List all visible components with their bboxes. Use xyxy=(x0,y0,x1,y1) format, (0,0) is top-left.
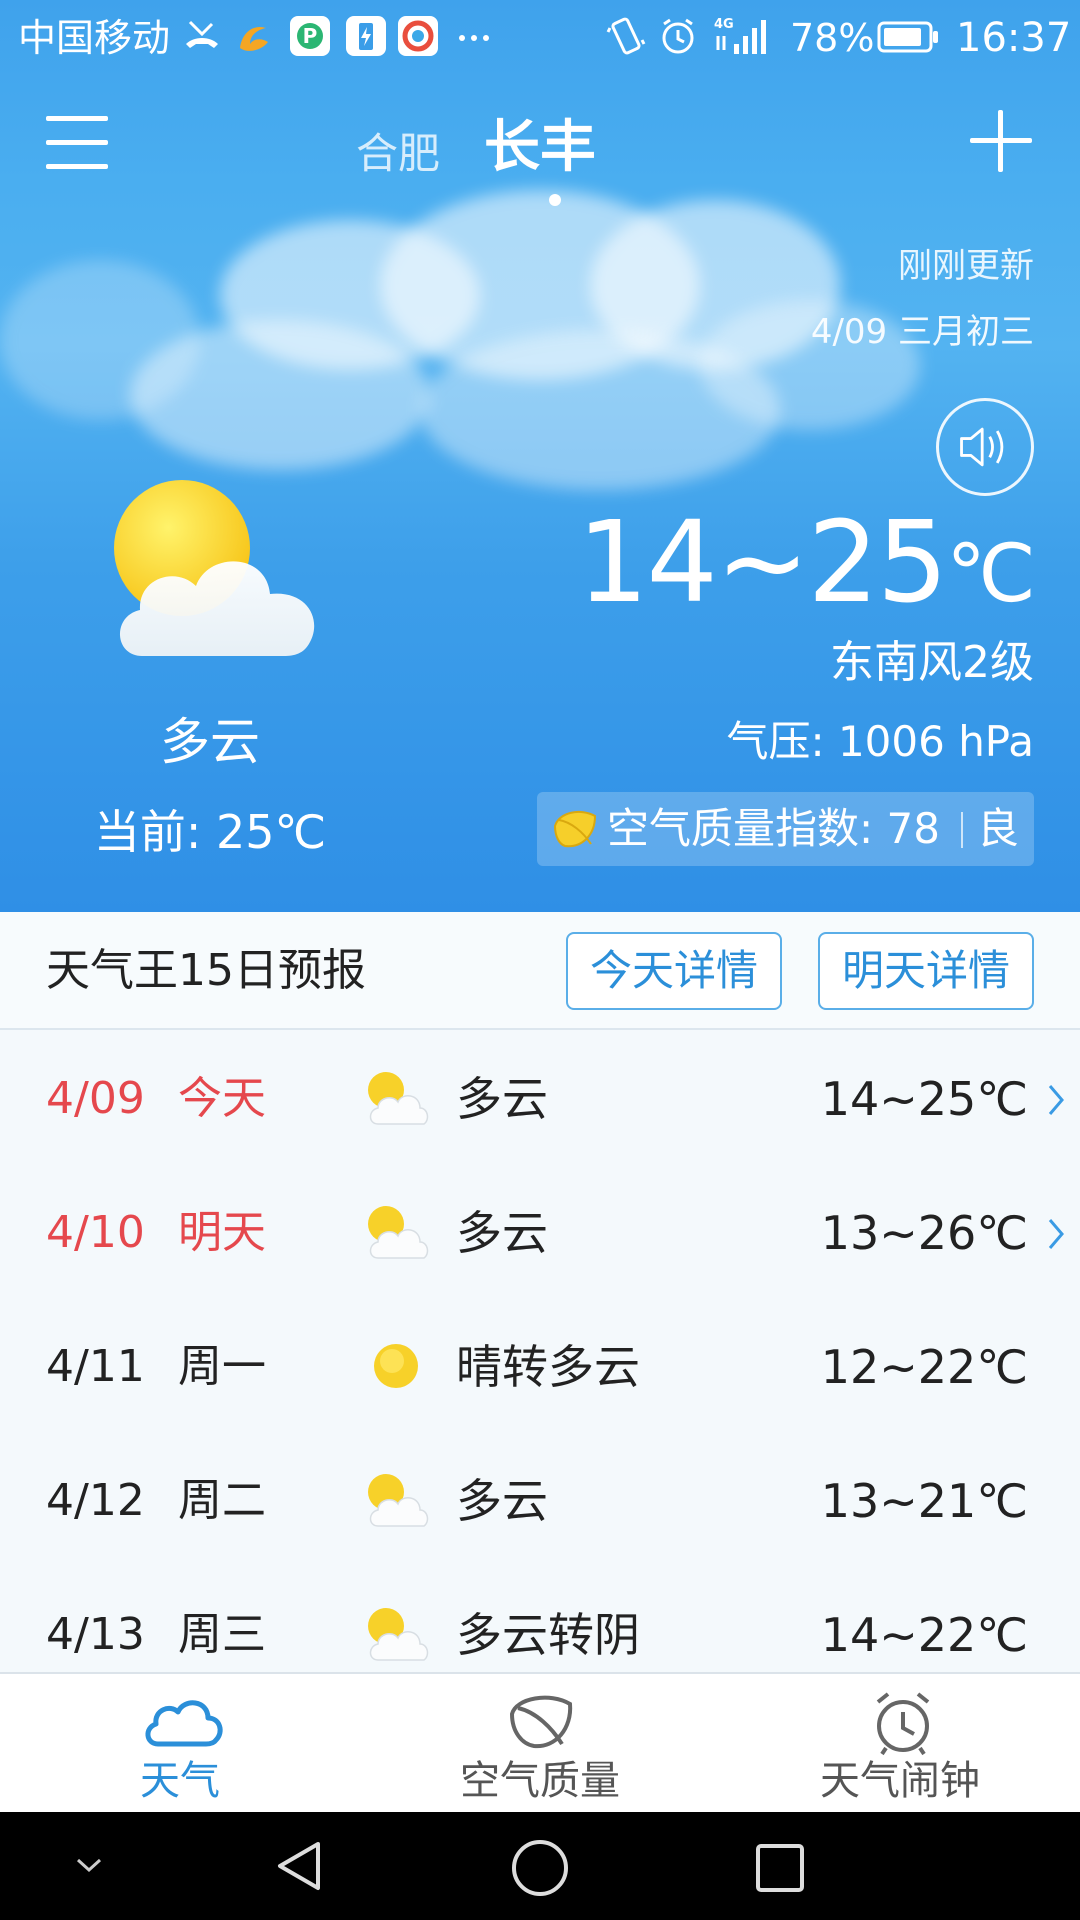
alarm-clock-icon xyxy=(876,1692,930,1756)
add-city-button[interactable] xyxy=(970,110,1032,172)
svg-text:4G: 4G xyxy=(714,17,734,32)
forecast-section: 天气王15日预报 今天详情 明天详情 4/09 今天 多云 14~25℃ 4/10 明天多… xyxy=(0,912,1080,1672)
aqi-level: 良 xyxy=(977,804,1020,853)
battery-saver-icon xyxy=(346,16,386,56)
tab-weather[interactable]: 天气 xyxy=(0,1674,360,1814)
page-indicator-dot xyxy=(549,194,561,206)
app-icon xyxy=(398,16,438,56)
carrier-name: 中国移动 xyxy=(18,16,171,60)
divider xyxy=(961,812,963,848)
forecast-condition: 多云 xyxy=(456,1206,548,1260)
forecast-day-name: 周一 xyxy=(178,1341,266,1392)
tab-weather-alarm-label: 天气闹钟 xyxy=(820,1758,980,1804)
forecast-date: 4/13 xyxy=(46,1609,145,1660)
vibrate-icon xyxy=(606,17,646,55)
tab-air-quality[interactable]: 空气质量 xyxy=(360,1674,720,1814)
today-temperature-range: 14~25℃ xyxy=(577,498,1036,639)
update-status: 刚刚更新 xyxy=(898,246,1034,286)
forecast-temperature: 13~26℃ xyxy=(820,1206,1028,1260)
leaf-outline-icon xyxy=(509,1695,573,1749)
forecast-date: 4/09 xyxy=(46,1073,145,1124)
alarm-icon xyxy=(662,18,694,54)
forecast-temperature: 13~21℃ xyxy=(820,1474,1028,1528)
bottom-nav: 天气 空气质量 天气闹钟 xyxy=(0,1672,1080,1812)
forecast-date: 4/10 xyxy=(46,1207,145,1258)
collapse-icon[interactable] xyxy=(74,1850,104,1880)
forecast-date: 4/11 xyxy=(46,1341,145,1392)
forecast-day-row[interactable]: 4/09 今天 多云 14~25℃ xyxy=(0,1032,1080,1166)
forecast-day-name: 今天 xyxy=(178,1073,266,1124)
p-app-icon: P xyxy=(290,16,330,56)
partly-cloudy-icon xyxy=(368,1474,429,1527)
chevron-right-icon[interactable] xyxy=(1044,1214,1068,1254)
temp-range-value: 14~25 xyxy=(577,498,948,628)
weather-hero: 中国移动 P 4G 78% 16:37 合肥 长丰 刚刚更新 4/09 三月初三… xyxy=(0,0,1080,912)
leaf-icon xyxy=(553,810,597,848)
forecast-day-row: 4/13 周三 多云转阴 14~22℃ xyxy=(0,1568,1080,1672)
wind-info: 东南风2级 xyxy=(830,637,1034,688)
aqi-badge[interactable]: 空气质量指数: 78 良 xyxy=(537,792,1034,866)
tab-air-quality-label: 空气质量 xyxy=(460,1758,620,1804)
aqi-label: 空气质量指数: 78 xyxy=(607,804,940,853)
current-condition: 多云 xyxy=(160,713,260,771)
today-detail-button[interactable]: 今天详情 xyxy=(566,932,782,1010)
forecast-date: 4/12 xyxy=(46,1475,145,1526)
missed-call-icon xyxy=(186,20,218,48)
back-icon[interactable] xyxy=(272,1838,328,1894)
forecast-day-row: 4/11 周一 晴转多云 12~22℃ xyxy=(0,1300,1080,1434)
partly-cloudy-icon xyxy=(368,1608,429,1661)
city-tab-previous[interactable]: 合肥 xyxy=(356,126,440,182)
forecast-day-name: 周三 xyxy=(178,1609,266,1660)
partly-cloudy-icon xyxy=(114,480,315,656)
forecast-day-name: 周二 xyxy=(178,1475,266,1526)
home-icon[interactable] xyxy=(510,1838,570,1898)
more-notifications-icon xyxy=(459,35,489,41)
forecast-day-row: 4/12 周二 多云 13~21℃ xyxy=(0,1434,1080,1568)
signal-4g-icon: 4G xyxy=(714,17,766,54)
partly-cloudy-icon xyxy=(368,1072,429,1125)
tab-weather-label: 天气 xyxy=(140,1758,220,1804)
forecast-day-name: 明天 xyxy=(178,1207,266,1258)
tab-weather-alarm[interactable]: 天气闹钟 xyxy=(720,1674,1080,1814)
forecast-condition: 多云 xyxy=(456,1072,548,1126)
battery-icon xyxy=(877,21,938,53)
system-navigation-bar xyxy=(0,1812,1080,1920)
background-cloud xyxy=(0,260,200,420)
sun-icon xyxy=(374,1344,418,1388)
speaker-button[interactable] xyxy=(936,398,1034,496)
forecast-header: 天气王15日预报 今天详情 明天详情 xyxy=(0,912,1080,1030)
menu-icon xyxy=(46,116,108,121)
status-bar: 中国移动 P 4G 78% 16:37 xyxy=(0,0,1080,78)
forecast-condition: 多云 xyxy=(456,1474,548,1528)
pressure-info: 气压: 1006 hPa xyxy=(726,717,1034,766)
temp-unit: ℃ xyxy=(946,527,1036,620)
partly-cloudy-icon xyxy=(368,1206,429,1259)
tomorrow-detail-button[interactable]: 明天详情 xyxy=(818,932,1034,1010)
forecast-condition: 晴转多云 xyxy=(456,1340,640,1394)
forecast-day-row[interactable]: 4/10 明天 多云 13~26℃ xyxy=(0,1166,1080,1300)
forecast-condition: 多云转阴 xyxy=(456,1608,640,1662)
chevron-right-icon[interactable] xyxy=(1044,1080,1068,1120)
clock: 16:37 xyxy=(956,15,1072,61)
date-lunar: 4/09 三月初三 xyxy=(810,312,1034,352)
uc-browser-icon xyxy=(240,26,268,51)
cloud-icon xyxy=(145,1700,223,1747)
forecast-temperature: 12~22℃ xyxy=(820,1340,1028,1394)
svg-text:P: P xyxy=(303,24,318,48)
city-tab-current[interactable]: 长丰 xyxy=(484,114,596,182)
recents-icon[interactable] xyxy=(754,1842,806,1894)
forecast-temperature: 14~25℃ xyxy=(820,1072,1028,1126)
battery-percent: 78% xyxy=(790,16,875,60)
forecast-temperature: 14~22℃ xyxy=(820,1608,1028,1662)
forecast-title: 天气王15日预报 xyxy=(46,945,366,996)
current-temperature: 当前: 25℃ xyxy=(93,805,327,859)
menu-button[interactable] xyxy=(46,112,112,174)
speaker-icon xyxy=(960,427,1004,467)
